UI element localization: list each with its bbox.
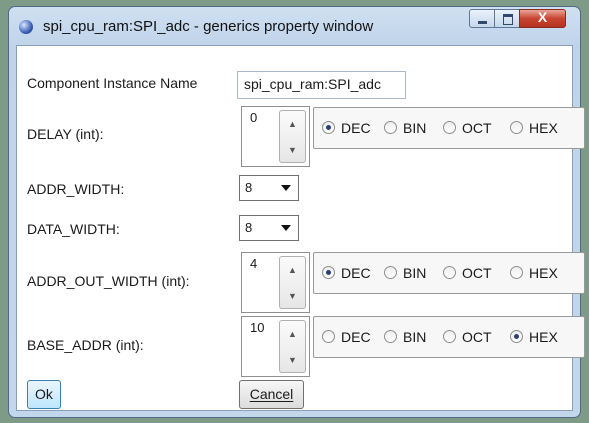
window-title: spi_cpu_ram:SPI_adc - generics property … (43, 18, 374, 35)
radio-selected-icon (322, 121, 335, 134)
base-addr-value: 10 (250, 320, 265, 335)
radio-unselected-icon (510, 121, 523, 134)
radio-label: DEC (341, 265, 371, 281)
spin-buttons: ▲ ▼ (279, 256, 306, 309)
radio-unselected-icon (384, 266, 397, 279)
base-addr-label: BASE_ADDR (int): (27, 337, 144, 353)
radio-unselected-icon (443, 266, 456, 279)
radio-label: BIN (403, 329, 427, 345)
close-icon: X (537, 9, 548, 25)
addr-out-width-value: 4 (250, 256, 258, 271)
addr-width-label: ADDR_WIDTH: (27, 181, 125, 197)
addr-out-width-spinner[interactable]: 4 ▲ ▼ (241, 252, 310, 313)
delay-spinner[interactable]: 0 ▲ ▼ (241, 106, 310, 167)
spin-up-icon[interactable]: ▲ (280, 111, 305, 137)
radio-label: DEC (341, 329, 371, 345)
app-globe-icon (19, 20, 33, 34)
base-addr-spinner[interactable]: 10 ▲ ▼ (241, 316, 310, 377)
cancel-label: Cancel (249, 386, 294, 402)
radio-unselected-icon (384, 121, 397, 134)
radio-label: HEX (529, 329, 558, 345)
delay-radix-group: DEC BIN OCT HEX (313, 107, 585, 149)
radio-unselected-icon (510, 266, 523, 279)
spin-down-icon[interactable]: ▼ (280, 283, 305, 309)
chevron-down-icon (281, 185, 291, 191)
radio-label: OCT (462, 329, 492, 345)
radio-label: HEX (529, 120, 558, 136)
radio-label: OCT (462, 120, 492, 136)
radio-label: BIN (403, 120, 427, 136)
radio-unselected-icon (322, 330, 335, 343)
radio-label: OCT (462, 265, 492, 281)
radio-label: DEC (341, 120, 371, 136)
component-instance-name-field[interactable]: spi_cpu_ram:SPI_adc (237, 71, 406, 99)
properties-panel: Component Instance Name spi_cpu_ram:SPI_… (16, 45, 585, 411)
spin-up-icon[interactable]: ▲ (280, 321, 305, 347)
close-button[interactable]: X (519, 9, 566, 28)
data-width-select[interactable]: 8 (239, 215, 299, 241)
radio-unselected-icon (443, 121, 456, 134)
addr-out-width-label: ADDR_OUT_WIDTH (int): (27, 273, 190, 289)
data-width-value: 8 (245, 220, 253, 235)
component-instance-name-label: Component Instance Name (27, 75, 198, 91)
chevron-down-icon (281, 225, 291, 231)
radio-label: BIN (403, 265, 427, 281)
radio-label: HEX (529, 265, 558, 281)
addr-out-width-radix-group: DEC BIN OCT HEX (313, 252, 585, 294)
radio-unselected-icon (384, 330, 397, 343)
spin-buttons: ▲ ▼ (279, 110, 306, 163)
radio-unselected-icon (443, 330, 456, 343)
minimize-button[interactable] (469, 9, 495, 28)
data-width-label: DATA_WIDTH: (27, 221, 120, 237)
maximize-icon (503, 14, 513, 25)
ok-button[interactable]: Ok (27, 380, 61, 409)
cancel-button[interactable]: Cancel (239, 380, 304, 409)
delay-label: DELAY (int): (27, 126, 104, 142)
base-addr-radix-group: DEC BIN OCT HEX (313, 316, 585, 358)
addr-width-select[interactable]: 8 (239, 175, 299, 201)
spin-buttons: ▲ ▼ (279, 320, 306, 373)
minimize-icon (478, 21, 487, 24)
radio-selected-icon (510, 330, 523, 343)
spin-down-icon[interactable]: ▼ (280, 137, 305, 163)
title-bar[interactable]: spi_cpu_ram:SPI_adc - generics property … (9, 7, 580, 45)
addr-width-value: 8 (245, 180, 253, 195)
spin-down-icon[interactable]: ▼ (280, 347, 305, 373)
delay-value: 0 (250, 110, 258, 125)
radio-selected-icon (322, 266, 335, 279)
generics-property-window: spi_cpu_ram:SPI_adc - generics property … (8, 6, 585, 418)
maximize-button[interactable] (494, 9, 520, 28)
spin-up-icon[interactable]: ▲ (280, 257, 305, 283)
